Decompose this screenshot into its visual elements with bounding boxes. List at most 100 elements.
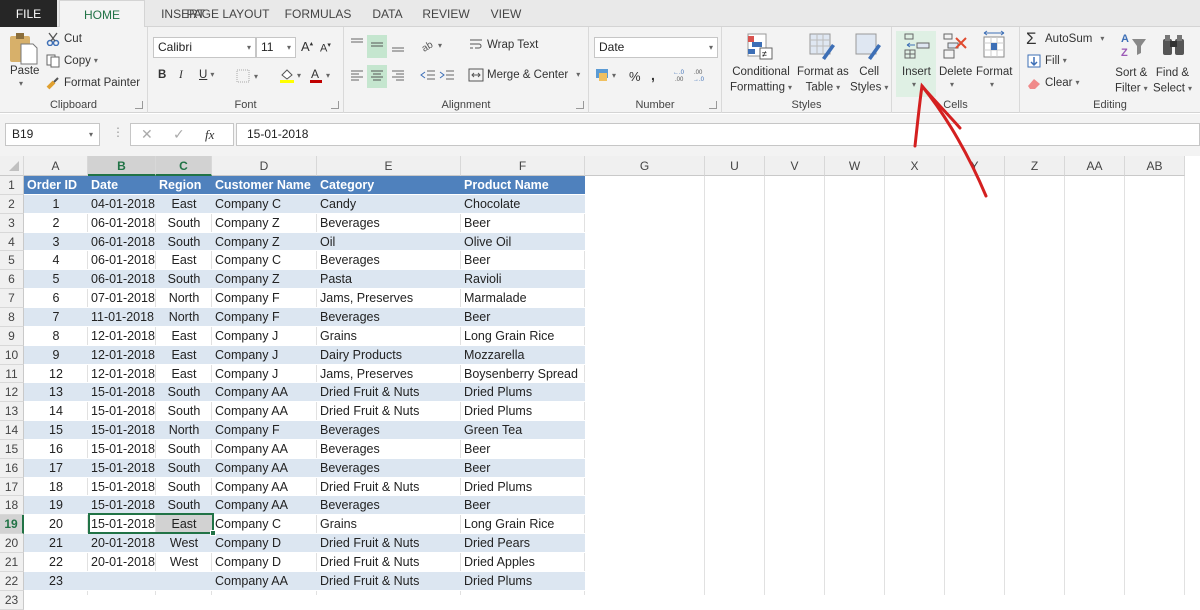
cell[interactable]: 06-01-2018 — [88, 233, 156, 252]
cell[interactable]: East — [156, 251, 212, 270]
cell[interactable]: 4 — [24, 251, 88, 270]
cell[interactable]: Green Tea — [461, 421, 585, 440]
column-header-a[interactable]: A — [24, 156, 88, 176]
tab-page-layout[interactable]: PAGE LAYOUT — [183, 0, 273, 27]
cell[interactable]: Beer — [461, 459, 585, 478]
cell[interactable]: South — [156, 402, 212, 421]
format-painter-button[interactable]: Format Painter — [64, 77, 140, 89]
cell[interactable] — [88, 572, 156, 591]
align-left-icon[interactable] — [348, 66, 366, 87]
cell[interactable]: Ravioli — [461, 270, 585, 289]
autosum-button[interactable]: AutoSum ▾ — [1045, 33, 1104, 45]
underline-button[interactable]: U ▾ — [199, 69, 214, 81]
column-header-e[interactable]: E — [317, 156, 461, 176]
comma-style-button[interactable]: , — [651, 67, 655, 83]
cell[interactable]: 20-01-2018 — [88, 534, 156, 553]
cell[interactable]: 23 — [24, 572, 88, 591]
decrease-indent-icon[interactable] — [419, 66, 437, 87]
cut-button[interactable]: Cut — [64, 33, 82, 45]
cell[interactable]: Beer — [461, 214, 585, 233]
cell[interactable]: South — [156, 270, 212, 289]
cell[interactable]: 06-01-2018 — [88, 214, 156, 233]
cell[interactable]: Dried Plums — [461, 383, 585, 402]
header-cell[interactable]: Customer Name — [212, 176, 317, 195]
cell[interactable]: 11-01-2018 — [88, 308, 156, 327]
clipboard-dialog-launcher[interactable] — [135, 101, 143, 109]
bold-button[interactable]: B — [158, 69, 166, 81]
cell[interactable]: 20 — [24, 515, 88, 534]
top-align-icon[interactable] — [348, 35, 366, 56]
cell-styles-button[interactable]: Cell Styles ▾ — [850, 65, 888, 96]
cell[interactable]: Dried Fruit & Nuts — [317, 534, 461, 553]
cell[interactable]: Company J — [212, 365, 317, 384]
cell[interactable]: Grains — [317, 327, 461, 346]
cell[interactable]: 2 — [24, 214, 88, 233]
row-header-16[interactable]: 16 — [0, 459, 24, 478]
row-header-12[interactable]: 12 — [0, 383, 24, 402]
cell[interactable]: Dried Fruit & Nuts — [317, 572, 461, 591]
italic-button[interactable]: I — [179, 69, 183, 81]
paste-dropdown-caret[interactable]: ▾ — [19, 79, 23, 88]
row-header-7[interactable]: 7 — [0, 289, 24, 308]
tab-formulas[interactable]: FORMULAS — [280, 0, 356, 27]
row-header-3[interactable]: 3 — [0, 214, 24, 233]
cell[interactable]: Beer — [461, 496, 585, 515]
column-header-g[interactable]: G — [585, 156, 705, 176]
increase-decimal-icon[interactable]: ←.0.00 — [673, 67, 691, 86]
cell[interactable]: 19 — [24, 496, 88, 515]
column-header-d[interactable]: D — [212, 156, 317, 176]
cell[interactable]: 1 — [24, 195, 88, 214]
cell[interactable]: 9 — [24, 346, 88, 365]
copy-button[interactable]: Copy ▾ — [64, 55, 98, 67]
middle-align-icon[interactable] — [367, 35, 387, 58]
cell[interactable]: Dried Apples — [461, 553, 585, 572]
cell[interactable]: Company AA — [212, 459, 317, 478]
cell[interactable]: Jams, Preserves — [317, 365, 461, 384]
row-header-2[interactable]: 2 — [0, 195, 24, 214]
sort-filter-button[interactable]: Sort & Filter ▾ — [1115, 66, 1148, 97]
cell[interactable]: Company C — [212, 515, 317, 534]
enter-icon[interactable]: ✓ — [173, 126, 185, 143]
orientation-icon[interactable]: ab ▾ — [420, 37, 448, 56]
row-header-21[interactable]: 21 — [0, 553, 24, 572]
cell[interactable]: Dried Plums — [461, 478, 585, 497]
insert-function-icon[interactable]: fx — [205, 127, 214, 143]
cell[interactable]: Beverages — [317, 308, 461, 327]
cell[interactable]: South — [156, 214, 212, 233]
cell[interactable]: Dried Pears — [461, 534, 585, 553]
cell[interactable]: 13 — [24, 383, 88, 402]
percent-style-button[interactable]: % — [629, 69, 641, 84]
font-color-icon[interactable]: A ▾ — [308, 67, 336, 86]
cell[interactable]: South — [156, 440, 212, 459]
cell[interactable]: 04-01-2018 — [88, 195, 156, 214]
name-box[interactable]: B19 ▾ — [5, 123, 100, 146]
row-header-15[interactable]: 15 — [0, 440, 24, 459]
cell[interactable]: 15-01-2018 — [88, 459, 156, 478]
header-cell[interactable]: Order ID — [24, 176, 88, 195]
cell[interactable]: Company Z — [212, 214, 317, 233]
cell[interactable]: Pasta — [317, 270, 461, 289]
number-dialog-launcher[interactable] — [709, 101, 717, 109]
delete-button[interactable]: Delete — [939, 66, 972, 78]
cell[interactable]: Dried Plums — [461, 402, 585, 421]
row-header-18[interactable]: 18 — [0, 496, 24, 515]
cell[interactable]: East — [156, 365, 212, 384]
cell[interactable]: 07-01-2018 — [88, 289, 156, 308]
cell[interactable]: Dried Fruit & Nuts — [317, 478, 461, 497]
cell[interactable]: Grains — [317, 515, 461, 534]
fill-color-icon[interactable]: ▾ — [278, 67, 306, 86]
tab-file[interactable]: FILE — [0, 0, 57, 27]
row-header-14[interactable]: 14 — [0, 421, 24, 440]
select-all-button[interactable] — [0, 156, 24, 176]
cell[interactable]: Company F — [212, 308, 317, 327]
tab-home[interactable]: HOME — [59, 0, 145, 28]
cell[interactable]: Company AA — [212, 383, 317, 402]
row-header-9[interactable]: 9 — [0, 327, 24, 346]
cell[interactable]: 5 — [24, 270, 88, 289]
cell[interactable]: Beer — [461, 251, 585, 270]
cell[interactable]: 06-01-2018 — [88, 251, 156, 270]
cell[interactable]: East — [156, 346, 212, 365]
cell[interactable]: Dried Fruit & Nuts — [317, 553, 461, 572]
cell[interactable]: 16 — [24, 440, 88, 459]
cell[interactable]: 15-01-2018 — [88, 421, 156, 440]
